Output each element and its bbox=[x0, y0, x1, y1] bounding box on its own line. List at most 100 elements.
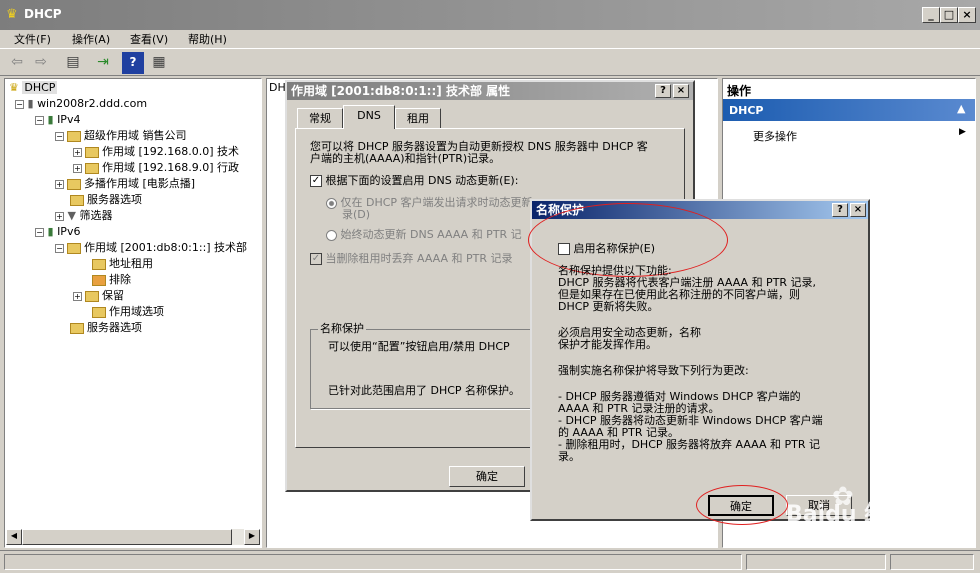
folder-icon bbox=[67, 130, 81, 142]
tree-item-server-options6[interactable]: 服务器选项 bbox=[67, 320, 142, 336]
menu-help[interactable]: 帮助(H) bbox=[188, 31, 227, 47]
name-protection-dialog: 名称保护 ? × 启用名称保护(E) 名称保护提供以下功能: DHCP 服务器将… bbox=[528, 199, 870, 525]
menu-view[interactable]: 查看(V) bbox=[130, 31, 168, 47]
menu-file[interactable]: 文件(F) bbox=[14, 31, 51, 47]
name-protection-group-label: 名称保护 bbox=[318, 322, 366, 335]
tree-item-ipv4[interactable]: − ▮ IPv4 bbox=[35, 112, 80, 128]
folder-icon bbox=[70, 322, 84, 334]
tree-item-scope-options[interactable]: 作用域选项 bbox=[89, 304, 164, 320]
expand-icon[interactable]: + bbox=[73, 147, 82, 157]
properties-titlebar: 作用域 [2001:db8:0:1::] 技术部 属性 bbox=[287, 82, 693, 100]
scroll-thumb[interactable] bbox=[22, 529, 232, 545]
close-button[interactable]: × bbox=[958, 7, 976, 23]
expand-icon[interactable]: + bbox=[73, 291, 82, 301]
folder-icon bbox=[85, 162, 99, 174]
collapse-icon[interactable]: − bbox=[55, 131, 64, 141]
radio-always-update[interactable]: 始终动态更新 DNS AAAA 和 PTR 记 bbox=[326, 229, 522, 241]
radio-label-continued: 录(D) bbox=[342, 208, 371, 221]
annotation-oval bbox=[696, 485, 788, 525]
checkbox-checked-disabled[interactable]: ✓ bbox=[310, 253, 322, 265]
tree-item-dhcp[interactable]: ♛ DHCP bbox=[9, 80, 58, 96]
folder-icon bbox=[92, 306, 106, 318]
radio-unselected[interactable] bbox=[326, 229, 337, 241]
np-para1-line4: DHCP 更新将失败。 bbox=[558, 300, 659, 313]
help-icon[interactable]: ? bbox=[122, 52, 144, 74]
help-button[interactable]: ? bbox=[655, 84, 671, 98]
tree-hscrollbar[interactable]: ◀ ▶ bbox=[6, 529, 260, 545]
folder-icon bbox=[70, 194, 84, 206]
console-tree-icon[interactable]: ▤ bbox=[62, 52, 84, 74]
tree-item-scope6[interactable]: − 作用域 [2001:db8:0:1::] 技术部 bbox=[55, 240, 247, 256]
app-icon: ♛ bbox=[6, 7, 18, 22]
maximize-button[interactable]: □ bbox=[940, 7, 958, 23]
forward-arrow-icon[interactable]: ⇨ bbox=[30, 52, 52, 74]
folder-icon bbox=[67, 242, 81, 254]
tree-item-filters[interactable]: + ▼ 筛选器 bbox=[55, 208, 112, 224]
tree-panel: ♛ DHCP − ▮ win2008r2.ddd.com − ▮ IPv4 − 超… bbox=[4, 78, 262, 548]
properties-icon[interactable]: ▦ bbox=[148, 52, 170, 74]
menu-action[interactable]: 操作(A) bbox=[72, 31, 110, 47]
ip-icon: ▮ bbox=[47, 113, 54, 126]
enable-dns-update-checkbox[interactable]: ✓ 根据下面的设置启用 DNS 动态更新(E): bbox=[310, 175, 518, 187]
tab-lease[interactable]: 租用 bbox=[395, 108, 441, 128]
tab-dns[interactable]: DNS bbox=[343, 105, 395, 129]
window-title: DHCP bbox=[24, 7, 62, 21]
checkbox-checked[interactable]: ✓ bbox=[310, 175, 322, 187]
collapse-icon[interactable]: − bbox=[35, 115, 44, 125]
actions-section-dhcp[interactable]: DHCP ▲ bbox=[723, 99, 975, 121]
more-actions-link[interactable]: 更多操作 bbox=[753, 128, 797, 144]
status-pane bbox=[890, 554, 974, 570]
server-icon: ▮ bbox=[27, 97, 34, 110]
collapse-icon[interactable]: − bbox=[35, 227, 44, 237]
folder-icon bbox=[85, 146, 99, 158]
export-icon[interactable]: ⇥ bbox=[92, 52, 114, 74]
status-bar bbox=[0, 550, 980, 573]
scroll-right-button[interactable]: ▶ bbox=[244, 529, 260, 545]
name-protection-info1: 可以使用“配置”按钮启用/禁用 DHCP bbox=[328, 340, 510, 353]
scroll-left-button[interactable]: ◀ bbox=[6, 529, 22, 545]
tree-item-server-options4[interactable]: 服务器选项 bbox=[67, 192, 142, 208]
trophy-icon: ♛ bbox=[9, 81, 19, 94]
filter-icon: ▼ bbox=[67, 209, 76, 222]
tree-item-address-leases[interactable]: 地址租用 bbox=[89, 256, 153, 272]
tree-item-scope1[interactable]: + 作用域 [192.168.0.0] 技术 bbox=[73, 144, 239, 160]
collapse-icon[interactable]: − bbox=[55, 243, 64, 253]
properties-title: 作用域 [2001:db8:0:1::] 技术部 属性 bbox=[291, 84, 511, 98]
watermark-brand: Baidu 经验 bbox=[786, 502, 909, 527]
menu-bar: 文件(F) 操作(A) 查看(V) 帮助(H) bbox=[0, 28, 980, 48]
toolbar: ⇦ ⇨ ▤ ⇥ ? ▦ bbox=[0, 48, 980, 76]
tree-item-exclusions[interactable]: 排除 bbox=[89, 272, 131, 288]
middle-header: DH bbox=[269, 81, 286, 94]
tab-general[interactable]: 常规 bbox=[297, 108, 343, 128]
np-para4-line5: - 删除租用时，DHCP 服务器将放弃 AAAA 和 PTR 记 bbox=[558, 438, 821, 451]
expand-icon[interactable]: + bbox=[55, 179, 64, 189]
collapse-up-icon[interactable]: ▲ bbox=[957, 102, 965, 115]
tree-item-superscope[interactable]: − 超级作用域 销售公司 bbox=[55, 128, 187, 144]
tree-item-ipv6[interactable]: − ▮ IPv6 bbox=[35, 224, 80, 240]
tree-item-reservations[interactable]: + 保留 bbox=[73, 288, 124, 304]
back-arrow-icon[interactable]: ⇦ bbox=[6, 52, 28, 74]
radio-selected[interactable] bbox=[326, 197, 337, 209]
expand-icon[interactable]: + bbox=[55, 211, 64, 221]
collapse-icon[interactable]: − bbox=[15, 99, 24, 109]
folder-icon bbox=[67, 178, 81, 190]
tree-item-multicast[interactable]: + 多播作用域 [电影点播] bbox=[55, 176, 195, 192]
expand-icon[interactable]: + bbox=[73, 163, 82, 173]
title-bar: ♛ DHCP _ □ × bbox=[0, 0, 980, 30]
close-button[interactable]: × bbox=[673, 84, 689, 98]
status-pane bbox=[4, 554, 742, 570]
ip-icon: ▮ bbox=[47, 225, 54, 238]
np-para4-line6: 录。 bbox=[558, 450, 580, 463]
tree-item-scope2[interactable]: + 作用域 [192.168.9.0] 行政 bbox=[73, 160, 239, 176]
discard-records-checkbox[interactable]: ✓ 当删除租用时丢弃 AAAA 和 PTR 记录 bbox=[310, 253, 513, 265]
dns-description-line2: 户端的主机(AAAA)和指针(PTR)记录。 bbox=[310, 152, 501, 165]
np-para3: 强制实施名称保护将导致下列行为更改: bbox=[558, 364, 749, 377]
folder-icon bbox=[92, 258, 106, 270]
properties-ok-button[interactable]: 确定 bbox=[449, 466, 525, 487]
name-protection-info2: 已针对此范围启用了 DHCP 名称保护。 bbox=[328, 384, 521, 397]
np-para2-line2: 保护才能发挥作用。 bbox=[558, 338, 657, 351]
minimize-button[interactable]: _ bbox=[922, 7, 940, 23]
close-button[interactable]: × bbox=[850, 203, 866, 217]
tree-item-server[interactable]: − ▮ win2008r2.ddd.com bbox=[15, 96, 147, 112]
help-button[interactable]: ? bbox=[832, 203, 848, 217]
